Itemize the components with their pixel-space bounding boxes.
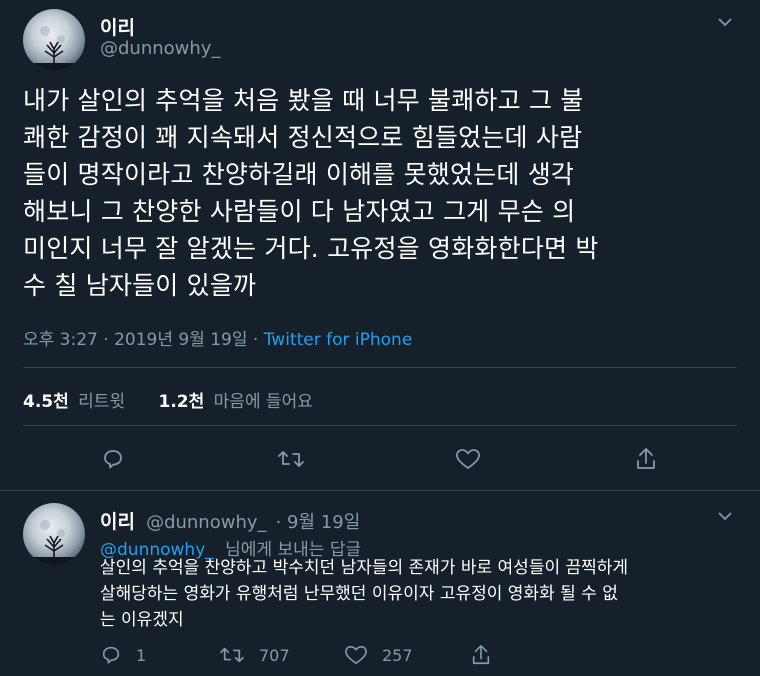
reply-text-line: 는 이유겠지 <box>100 610 184 630</box>
reply-icon <box>102 646 120 664</box>
tweet-text-line: 미인지 너무 잘 알겠는 거다. 고유정을 영화화한다면 박 <box>23 234 599 263</box>
divider <box>23 425 737 426</box>
reply-text-line: 살해당하는 영화가 유행처럼 난무했던 이유이자 고유정이 영화화 될 수 없 <box>100 584 618 604</box>
tweet-text-line: 들이 명작이라고 찬양하길래 이해를 못했었는데 생각 <box>23 160 575 189</box>
like-count: 257 <box>382 645 413 665</box>
avatar[interactable] <box>23 9 85 71</box>
heart-icon <box>345 645 367 665</box>
retweets-count[interactable]: 4.5천 <box>23 392 69 412</box>
reply-count: 1 <box>136 645 147 665</box>
reply-button[interactable] <box>101 447 125 471</box>
retweet-button[interactable] <box>277 447 305 471</box>
tweet-text-line: 내가 살인의 추억을 처음 봤을 때 너무 불쾌하고 그 불 <box>23 86 584 115</box>
likes-count[interactable]: 1.2천 <box>159 392 205 412</box>
reply-retweet-button[interactable]: 707 <box>219 644 290 666</box>
divider <box>0 490 760 491</box>
chevron-down-icon[interactable] <box>718 12 732 31</box>
tweet-text-line: 쾌한 감정이 꽤 지속돼서 정신적으로 힘들었는데 사람 <box>23 123 583 152</box>
reply-header: 이리 @dunnowhy_ · 9월 19일 <box>100 507 360 534</box>
heart-icon <box>456 449 480 469</box>
share-button[interactable] <box>634 446 658 472</box>
reply-text-line: 살인의 추억을 찬양하고 박수치던 남자들의 존재가 바로 여성들이 끔찍하게 <box>100 558 629 578</box>
reply-like-button[interactable]: 257 <box>344 644 413 666</box>
divider <box>23 367 737 368</box>
chevron-down-icon[interactable] <box>718 506 732 525</box>
timestamp[interactable]: 오후 3:27 · 2019년 9월 19일 · <box>23 330 264 350</box>
tweet-text: 내가 살인의 추억을 처음 봤을 때 너무 불쾌하고 그 불 쾌한 감정이 꽤 … <box>23 82 743 304</box>
reply-text: 살인의 추억을 찬양하고 박수치던 남자들의 존재가 바로 여성들이 끔찍하게 … <box>100 555 745 633</box>
tweet-text-line: 수 칠 남자들이 있을까 <box>23 271 257 300</box>
retweets-label[interactable]: 리트윗 <box>78 392 125 412</box>
reply-share-button[interactable] <box>470 643 492 667</box>
retweet-icon <box>220 647 244 663</box>
retweet-count: 707 <box>259 645 290 665</box>
reply-author-handle[interactable]: @dunnowhy_ <box>146 512 266 533</box>
author-handle[interactable]: @dunnowhy_ <box>100 38 220 59</box>
like-button[interactable] <box>455 447 481 471</box>
reply-icon <box>104 450 122 469</box>
author-name[interactable]: 이리 <box>100 13 135 40</box>
engagement-stats: 4.5천 리트윗 1.2천 마음에 들어요 <box>23 387 313 412</box>
tweet-meta: 오후 3:27 · 2019년 9월 19일 · Twitter for iPh… <box>23 325 412 350</box>
reply-avatar[interactable] <box>23 503 85 565</box>
reply-date[interactable]: · 9월 19일 <box>276 512 361 533</box>
source-link[interactable]: Twitter for iPhone <box>264 330 413 350</box>
share-icon <box>472 645 490 665</box>
likes-label[interactable]: 마음에 들어요 <box>214 392 313 412</box>
share-icon <box>637 448 655 469</box>
reply-author-name[interactable]: 이리 <box>100 511 135 533</box>
retweet-icon <box>278 451 304 467</box>
reply-reply-button[interactable]: 1 <box>100 644 146 666</box>
tweet-text-line: 해보니 그 찬양한 사람들이 다 남자였고 그게 무슨 의 <box>23 197 576 226</box>
